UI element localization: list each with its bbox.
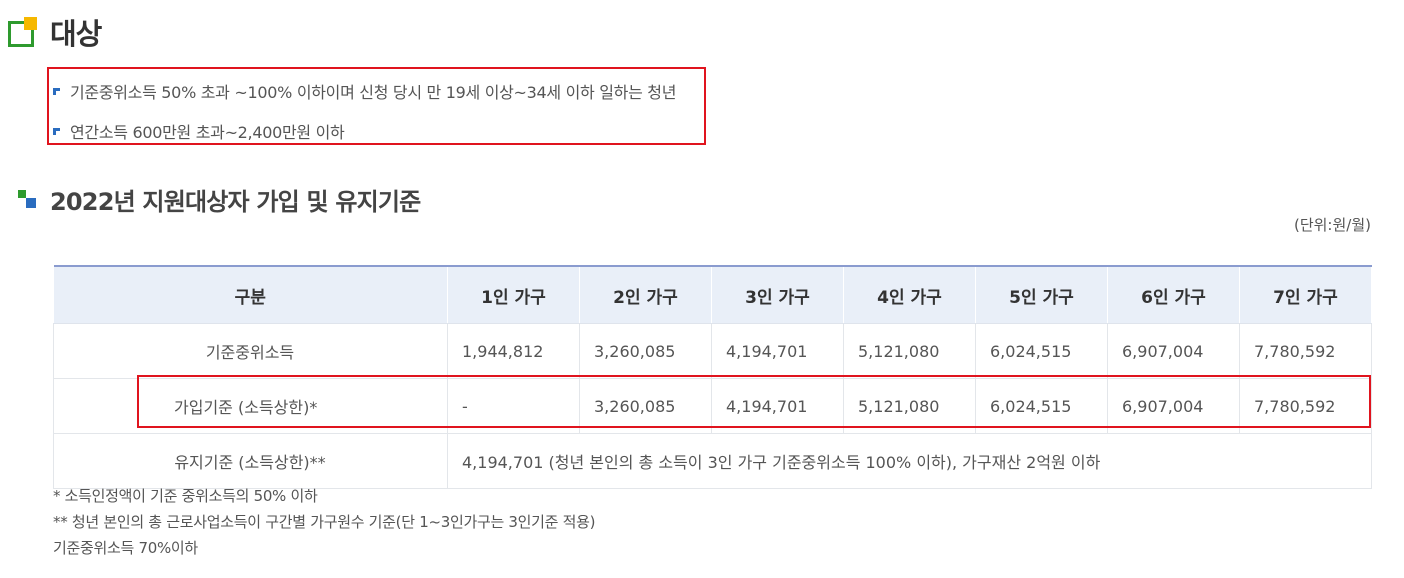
column-header: 5인 가구 [975,266,1108,324]
row-label: 가입기준 (소득상한)* [53,378,448,434]
unit-label: (단위:원/월) [1293,216,1371,234]
table-cell: 1,944,812 [447,323,580,379]
table-cell: 6,907,004 [1107,323,1240,379]
criteria-title: 2022년 지원대상자 가입 및 유지기준 [50,188,421,216]
target-item-text: 기준중위소득 50% 초과 ~100% 이하이며 신청 당시 만 19세 이상~… [70,83,677,102]
footnote: ** 청년 본인의 총 근로사업소득이 구간별 가구원수 기준(단 1~3인가구… [53,513,596,531]
table-cell: 5,121,080 [843,378,976,434]
table-cell: 6,024,515 [975,323,1108,379]
table-cell: 7,780,592 [1239,378,1372,434]
column-header: 3인 가구 [711,266,844,324]
section-title-icon [8,17,38,47]
table-cell: 5,121,080 [843,323,976,379]
criteria-table: 구분 1인 가구 2인 가구 3인 가구 4인 가구 5인 가구 6인 가구 7… [53,265,1372,489]
table-cell: 6,907,004 [1107,378,1240,434]
table-cell: 4,194,701 [711,378,844,434]
table-header-row: 구분 1인 가구 2인 가구 3인 가구 4인 가구 5인 가구 6인 가구 7… [53,266,1372,324]
table-cell: - [447,378,580,434]
table-cell: 3,260,085 [579,323,712,379]
column-header: 2인 가구 [579,266,712,324]
footnote: 기준중위소득 70%이하 [53,539,198,557]
target-item: 연간소득 600만원 초과~2,400만원 이하 [52,119,345,143]
section-title: 대상 [50,17,102,51]
table-cell: 4,194,701 [711,323,844,379]
table-cell: 7,780,592 [1239,323,1372,379]
column-header: 구분 [53,266,448,324]
footnote: * 소득인정액이 기준 중위소득의 50% 이하 [53,487,318,505]
criteria-header: 2022년 지원대상자 가입 및 유지기준 [18,182,421,217]
target-item: 기준중위소득 50% 초과 ~100% 이하이며 신청 당시 만 19세 이상~… [52,79,676,103]
merged-cell: 4,194,701 (청년 본인의 총 소득이 3인 가구 기준중위소득 100… [447,433,1372,489]
column-header: 4인 가구 [843,266,976,324]
section-header: 대상 [8,14,102,51]
bullet-icon [52,86,62,96]
subsection-icon [18,189,38,210]
column-header: 7인 가구 [1239,266,1372,324]
table-row: 기준중위소득 1,944,812 3,260,085 4,194,701 5,1… [53,323,1372,379]
table-row: 유지기준 (소득상한)** 4,194,701 (청년 본인의 총 소득이 3인… [53,433,1372,489]
column-header: 6인 가구 [1107,266,1240,324]
table-cell: 6,024,515 [975,378,1108,434]
row-label: 기준중위소득 [53,323,448,379]
column-header: 1인 가구 [447,266,580,324]
table-cell: 3,260,085 [579,378,712,434]
target-item-text: 연간소득 600만원 초과~2,400만원 이하 [70,123,345,142]
row-label: 유지기준 (소득상한)** [53,433,448,489]
bullet-icon [52,126,62,136]
table-row: 가입기준 (소득상한)* - 3,260,085 4,194,701 5,121… [53,378,1372,434]
